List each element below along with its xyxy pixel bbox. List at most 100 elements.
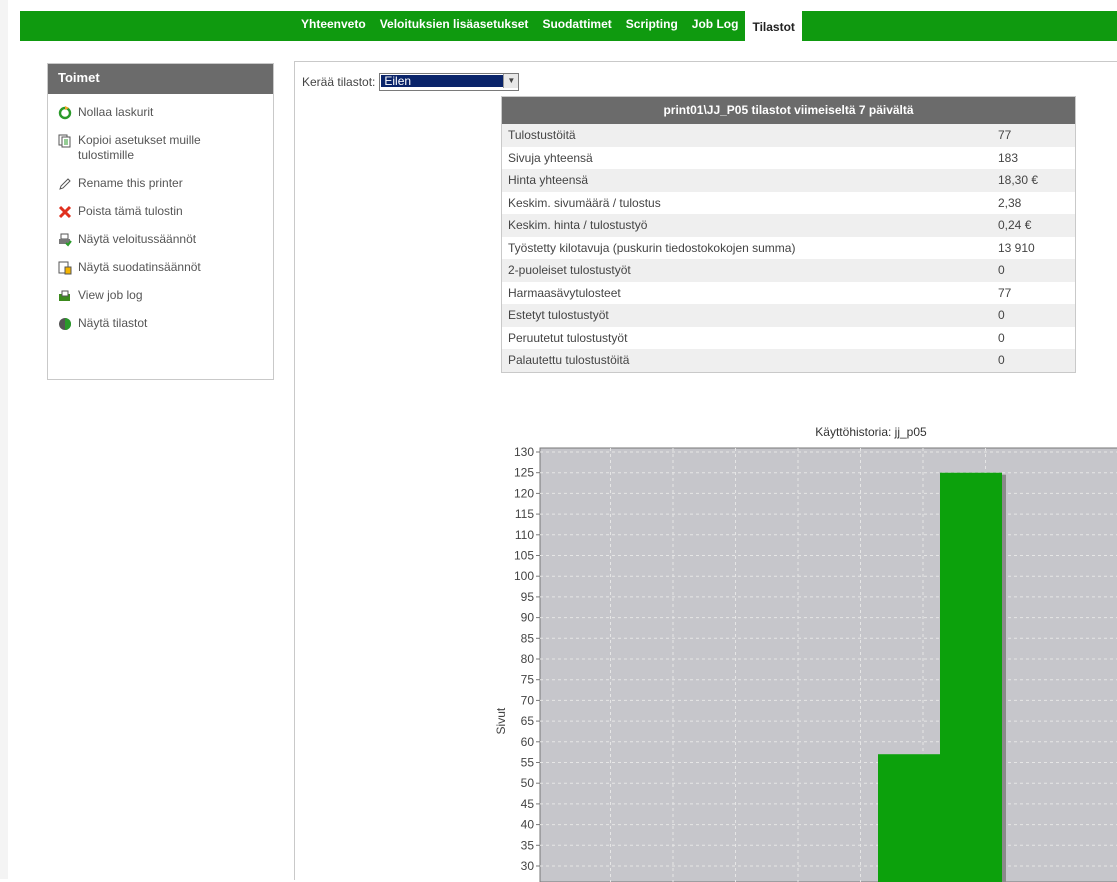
y-tick-label: 70 bbox=[521, 693, 535, 707]
actions-panel-title: Toimet bbox=[48, 64, 273, 94]
action-refresh[interactable]: Nollaa laskurit bbox=[48, 100, 273, 128]
collect-period-select[interactable]: Eilen ▼ bbox=[379, 73, 520, 91]
action-label: Nollaa laskurit bbox=[78, 105, 154, 119]
stat-value: 0 bbox=[998, 330, 1005, 345]
action-job-log[interactable]: View job log bbox=[48, 283, 273, 311]
action-copy[interactable]: Kopioi asetukset muille tulostimille bbox=[48, 128, 273, 171]
action-label: Kopioi asetukset muille tulostimille bbox=[78, 133, 201, 162]
stat-label: Peruutetut tulostustyöt bbox=[508, 330, 628, 345]
y-tick-label: 60 bbox=[521, 735, 535, 749]
tab-bar: Yhteenveto Veloituksien lisäasetukset Suod… bbox=[294, 11, 802, 41]
delete-icon bbox=[58, 205, 72, 219]
stat-value: 0 bbox=[998, 353, 1005, 367]
y-tick-label: 120 bbox=[514, 486, 534, 500]
actions-panel: Toimet Nollaa laskurit Kopioi asetukset m… bbox=[47, 63, 274, 380]
stat-label: Palautettu tulostustöitä bbox=[508, 353, 630, 367]
y-tick-label: 125 bbox=[514, 466, 534, 480]
stats-row: 2-puoleiset tulostustyöt 0 bbox=[502, 259, 1075, 282]
chevron-down-icon[interactable]: ▼ bbox=[503, 74, 519, 88]
action-label: Näytä suodatinsäännöt bbox=[78, 260, 201, 274]
stat-label: 2-puoleiset tulostustyöt bbox=[508, 263, 631, 277]
action-label: Näytä tilastot bbox=[78, 316, 148, 330]
tab-suodattimet[interactable]: Suodattimet bbox=[535, 11, 618, 41]
y-tick-label: 115 bbox=[515, 507, 534, 521]
y-axis-label: Sivut bbox=[494, 707, 508, 734]
y-tick-label: 90 bbox=[521, 611, 535, 625]
job-log-icon bbox=[58, 289, 72, 303]
printer-rules-icon bbox=[58, 233, 72, 247]
y-tick-label: 50 bbox=[521, 776, 535, 790]
action-pencil[interactable]: Rename this printer bbox=[48, 171, 273, 199]
collect-stats-row: Kerää tilastot: Eilen ▼ bbox=[302, 73, 520, 91]
y-tick-label: 55 bbox=[521, 756, 535, 770]
stat-value: 77 bbox=[998, 285, 1012, 300]
stats-row: Palautettu tulostustöitä 0 bbox=[502, 349, 1075, 372]
tab-tilastot[interactable]: Tilastot bbox=[745, 11, 802, 41]
stats-row: Harmaasävytulosteet 77 bbox=[502, 282, 1075, 305]
stat-value: 183 bbox=[998, 150, 1019, 165]
y-tick-label: 80 bbox=[521, 652, 535, 666]
y-tick-label: 75 bbox=[521, 673, 535, 687]
left-margin bbox=[0, 0, 8, 879]
stats-row: Sivuja yhteensä 183 bbox=[502, 147, 1075, 170]
stats-row: Hinta yhteensä 18,30 € bbox=[502, 169, 1075, 192]
stats-row: Keskim. sivumäärä / tulostus 2,38 bbox=[502, 192, 1075, 215]
action-label: Poista tämä tulostin bbox=[78, 204, 183, 218]
copy-icon bbox=[58, 134, 72, 148]
y-tick-label: 45 bbox=[521, 797, 535, 811]
stat-value: 0 bbox=[998, 308, 1005, 322]
top-navigation: Yhteenveto Veloituksien lisäasetukset Suod… bbox=[20, 11, 1117, 41]
stat-value: 13 910 bbox=[998, 240, 1035, 255]
stat-label: Hinta yhteensä bbox=[508, 173, 589, 187]
refresh-icon bbox=[58, 106, 72, 120]
y-tick-label: 130 bbox=[514, 445, 534, 459]
stats-row: Estetyt tulostustyöt 0 bbox=[502, 304, 1075, 327]
plot-area bbox=[539, 447, 1117, 882]
y-tick-label: 100 bbox=[514, 569, 534, 583]
action-delete[interactable]: Poista tämä tulostin bbox=[48, 199, 273, 227]
tab-veloituksien-lisäasetukset[interactable]: Veloituksien lisäasetukset bbox=[373, 11, 536, 41]
usage-history-chart: 30 35 40 45 50 55 60 65 70 75 80 85 90 95 100 105 110 115… bbox=[494, 445, 1117, 882]
pie-chart-icon bbox=[58, 317, 72, 331]
actions-list: Nollaa laskurit Kopioi asetukset muille t… bbox=[48, 94, 273, 339]
stat-value: 0 bbox=[998, 263, 1005, 277]
action-filter-rules[interactable]: Näytä suodatinsäännöt bbox=[48, 255, 273, 283]
stats-row: Peruutetut tulostustyöt 0 bbox=[502, 327, 1075, 350]
y-tick-label: 40 bbox=[521, 818, 535, 832]
action-pie-chart[interactable]: Näytä tilastot bbox=[48, 311, 273, 339]
stat-value: 0,24 € bbox=[998, 218, 1032, 232]
stat-label: Estetyt tulostustyöt bbox=[508, 308, 609, 322]
stat-value: 18,30 € bbox=[998, 173, 1039, 187]
bar bbox=[878, 754, 940, 882]
stats-row: Keskim. hinta / tulostustyö 0,24 € bbox=[502, 214, 1075, 237]
y-tick-label: 110 bbox=[515, 528, 534, 542]
stats-table-header: print01\JJ_P05 tilastot viimeiseltä 7 pä… bbox=[502, 97, 1075, 124]
filter-rules-icon bbox=[58, 261, 72, 275]
y-tick-label: 65 bbox=[521, 714, 535, 728]
collect-stats-label: Kerää tilastot: bbox=[302, 75, 376, 89]
tab-scripting[interactable]: Scripting bbox=[619, 11, 685, 41]
action-label: Rename this printer bbox=[78, 176, 183, 190]
stats-row: Tulostustöitä 77 bbox=[502, 124, 1075, 147]
stat-label: Keskim. sivumäärä / tulostus bbox=[508, 195, 661, 210]
stats-row: Työstetty kilotavuja (puskurin tiedostok… bbox=[502, 237, 1075, 260]
stat-label: Sivuja yhteensä bbox=[508, 150, 593, 165]
chart-title: Käyttöhistoria: jj_p05 bbox=[815, 425, 927, 439]
stat-label: Harmaasävytulosteet bbox=[508, 285, 621, 300]
stat-label: Keskim. hinta / tulostustyö bbox=[508, 218, 648, 232]
y-tick-label: 105 bbox=[514, 549, 534, 563]
y-tick-label: 85 bbox=[521, 631, 535, 645]
y-tick-label: 35 bbox=[521, 838, 535, 852]
stat-value: 77 bbox=[998, 128, 1012, 142]
collect-period-value: Eilen bbox=[381, 75, 505, 87]
action-printer-rules[interactable]: Näytä veloitussäännöt bbox=[48, 227, 273, 255]
y-tick-label: 95 bbox=[521, 590, 535, 604]
stats-table: print01\JJ_P05 tilastot viimeiseltä 7 pä… bbox=[501, 96, 1076, 373]
tab-job-log[interactable]: Job Log bbox=[685, 11, 746, 41]
stat-label: Työstetty kilotavuja (puskurin tiedostok… bbox=[508, 240, 796, 255]
tab-yhteenveto[interactable]: Yhteenveto bbox=[294, 11, 373, 41]
bar bbox=[940, 472, 1002, 882]
pencil-icon bbox=[58, 177, 72, 191]
main-panel: Kerää tilastot: Eilen ▼ print01\JJ_P05 t… bbox=[294, 61, 1117, 882]
stat-value: 2,38 bbox=[998, 195, 1022, 210]
